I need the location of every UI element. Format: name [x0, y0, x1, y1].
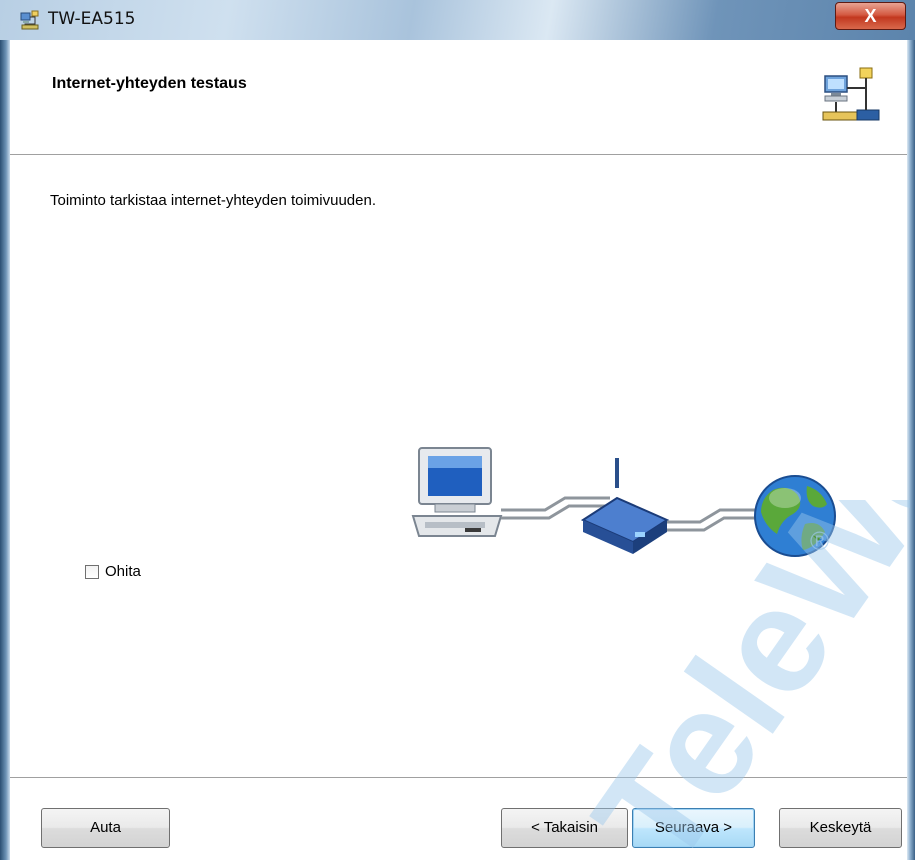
computer-icon — [411, 447, 503, 537]
close-button[interactable]: X — [835, 2, 906, 30]
window-title: TW-EA515 — [48, 9, 136, 29]
footer-divider — [10, 777, 907, 778]
connection-illustration — [411, 447, 836, 557]
window-frame-right — [907, 40, 915, 860]
help-button[interactable]: Auta — [41, 808, 170, 848]
back-button[interactable]: < Takaisin — [501, 808, 628, 848]
globe-icon — [754, 475, 836, 557]
wizard-content: Internet-yhteyden testaus Toiminto tarki… — [10, 40, 907, 860]
cable-right — [667, 508, 757, 532]
skip-checkbox-label[interactable]: Ohita — [105, 563, 141, 580]
wizard-window: TW-EA515 X Internet-yhteyden testaus Toi… — [0, 0, 915, 860]
title-bar[interactable]: TW-EA515 X — [0, 0, 915, 40]
next-button[interactable]: Seuraava > — [632, 808, 755, 848]
network-connection-icon — [813, 62, 893, 144]
skip-checkbox[interactable] — [85, 564, 99, 579]
window-frame-left — [0, 40, 10, 860]
network-wizard-icon — [20, 10, 39, 30]
wizard-header: Internet-yhteyden testaus — [10, 40, 907, 155]
cancel-button[interactable]: Keskeytä — [779, 808, 902, 848]
description-text: Toiminto tarkistaa internet-yhteyden toi… — [50, 192, 377, 209]
skip-option[interactable]: Ohita — [85, 563, 141, 580]
page-title: Internet-yhteyden testaus — [52, 75, 247, 92]
